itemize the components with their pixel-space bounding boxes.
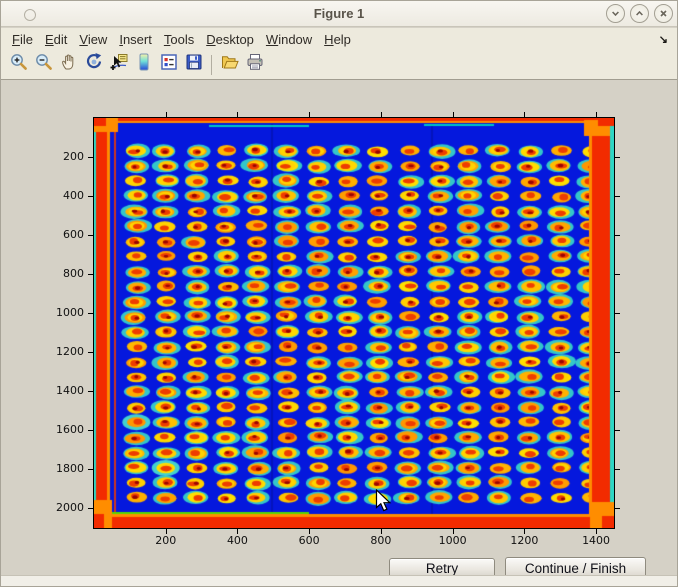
menu-desktop[interactable]: Desktop [200,30,260,49]
insert-legend-button[interactable] [156,52,181,77]
x-tick-label: 400 [215,534,259,547]
y-tick-right [615,508,620,509]
y-tick [88,391,93,392]
menu-edit[interactable]: Edit [39,30,73,49]
plot-axes[interactable] [93,117,615,529]
y-tick-label: 400 [34,189,84,202]
x-tick-top [524,112,525,117]
x-tick-label: 600 [287,534,331,547]
open-file-icon [220,52,240,77]
rotate-3d-icon [84,52,104,77]
y-tick [88,157,93,158]
x-tick-label: 800 [359,534,403,547]
maximize-button[interactable] [630,4,649,23]
y-tick-label: 1600 [34,423,84,436]
x-tick-label: 200 [144,534,188,547]
y-tick [88,430,93,431]
y-tick [88,508,93,509]
colorbar-button[interactable] [131,52,156,77]
y-tick-label: 600 [34,228,84,241]
close-icon [658,8,669,19]
menu-file[interactable]: File [6,30,39,49]
y-tick-label: 800 [34,267,84,280]
zoom-out-button[interactable] [31,52,56,77]
data-cursor-button[interactable] [106,52,131,77]
zoom-in-icon [9,52,29,77]
menu-tools[interactable]: Tools [158,30,200,49]
y-tick-label: 1000 [34,306,84,319]
colorbar-icon [134,52,154,77]
y-tick-right [615,391,620,392]
y-tick-label: 1800 [34,462,84,475]
window-controls [606,4,673,23]
window-bottom-border [1,575,677,586]
pan-icon [59,52,79,77]
y-tick [88,274,93,275]
figure-toolbar [1,50,677,80]
window-title: Figure 1 [1,6,677,21]
open-file-button[interactable] [217,52,242,77]
print-figure-button[interactable] [242,52,267,77]
pan-button[interactable] [56,52,81,77]
y-tick-right [615,274,620,275]
window-titlebar[interactable]: Figure 1 [1,1,677,27]
y-tick [88,313,93,314]
zoom-in-button[interactable] [6,52,31,77]
chevron-up-icon [634,8,645,19]
y-tick-right [615,196,620,197]
x-tick-top [453,112,454,117]
menu-window[interactable]: Window [260,30,318,49]
y-tick-label: 1400 [34,384,84,397]
insert-legend-icon [159,52,179,77]
rotate-3d-button[interactable] [81,52,106,77]
x-tick-label: 1400 [574,534,618,547]
menu-insert[interactable]: Insert [113,30,158,49]
x-tick-top [237,112,238,117]
x-tick-label: 1200 [502,534,546,547]
y-tick-right [615,157,620,158]
minimize-button[interactable] [606,4,625,23]
print-figure-icon [245,52,265,77]
y-tick-label: 2000 [34,501,84,514]
x-tick-top [309,112,310,117]
chevron-down-icon [610,8,621,19]
figure-canvas-area: Retry Continue / Finish 2004006008001000… [1,80,677,577]
menu-bar: FileEditViewInsertToolsDesktopWindowHelp… [1,28,677,50]
zoom-out-icon [34,52,54,77]
save-figure-button[interactable] [181,52,206,77]
y-tick [88,196,93,197]
y-tick-right [615,235,620,236]
menu-help[interactable]: Help [318,30,357,49]
figure-window: Figure 1 FileEditViewInsertToolsDesktopW… [0,0,678,587]
menu-view[interactable]: View [73,30,113,49]
dock-figure-icon[interactable]: ↘ [659,33,677,46]
y-tick-right [615,469,620,470]
y-tick [88,352,93,353]
y-tick-label: 1200 [34,345,84,358]
data-cursor-icon [109,52,129,77]
toolbar-separator [211,55,212,75]
close-button[interactable] [654,4,673,23]
x-tick-top [166,112,167,117]
y-tick-right [615,352,620,353]
y-tick-label: 200 [34,150,84,163]
x-tick-top [381,112,382,117]
x-tick-top [596,112,597,117]
y-tick [88,235,93,236]
y-tick-right [615,430,620,431]
y-tick-right [615,313,620,314]
y-tick [88,469,93,470]
x-tick-label: 1000 [431,534,475,547]
save-figure-icon [184,52,204,77]
heatmap-image[interactable] [94,118,614,528]
